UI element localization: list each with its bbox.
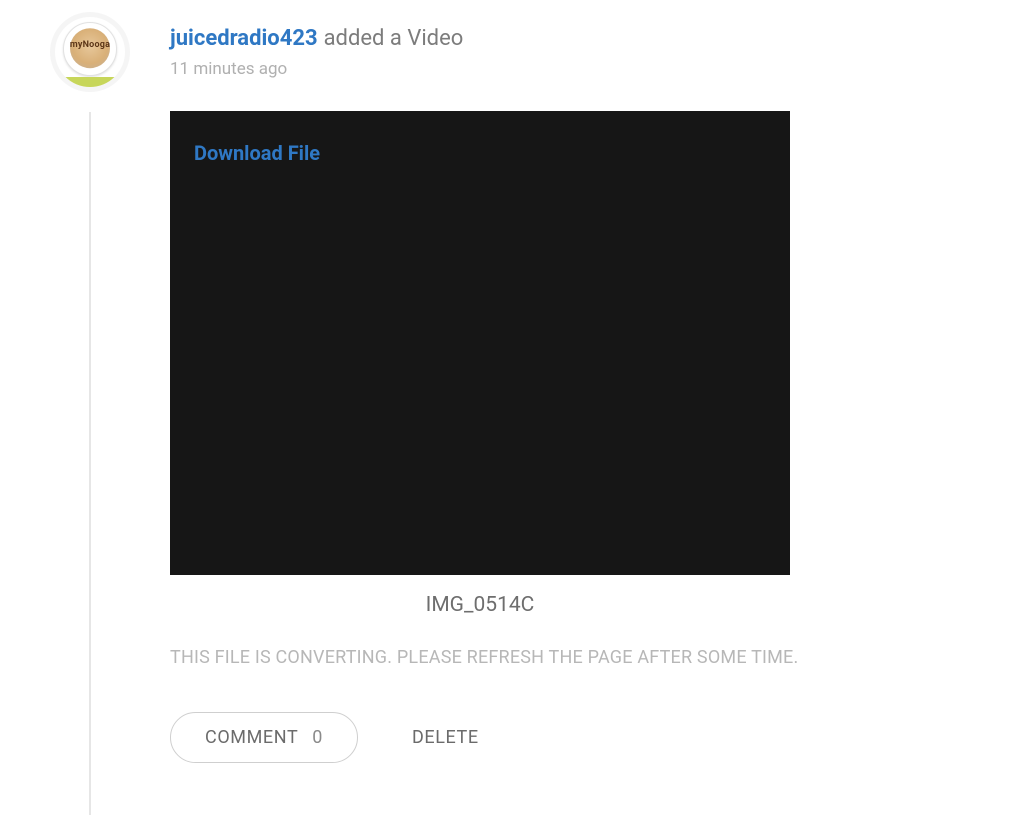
avatar[interactable]: myNooga	[50, 12, 130, 92]
comment-label: COMMENT	[205, 727, 298, 748]
comment-button[interactable]: COMMENT 0	[170, 712, 358, 763]
post-timestamp: 11 minutes ago	[170, 59, 1024, 79]
video-filename: IMG_0514C	[170, 593, 790, 617]
post-headline: juicedradio423added a Video	[170, 26, 1024, 51]
post-action-text: added a Video	[324, 26, 464, 51]
avatar-image: myNooga	[55, 17, 125, 87]
comment-count: 0	[312, 727, 323, 748]
video-player[interactable]: Download File	[170, 111, 790, 575]
username-link[interactable]: juicedradio423	[170, 26, 318, 51]
download-file-link[interactable]: Download File	[194, 141, 320, 165]
post-actions: COMMENT 0 DELETE	[170, 712, 1024, 763]
timeline-rail	[89, 112, 91, 815]
converting-status-message: THIS FILE IS CONVERTING. PLEASE REFRESH …	[170, 647, 1024, 668]
avatar-caption: myNooga	[70, 40, 110, 50]
delete-button[interactable]: DELETE	[412, 727, 479, 748]
post-body: juicedradio423added a Video 11 minutes a…	[170, 12, 1024, 763]
post-item: myNooga juicedradio423added a Video 11 m…	[0, 12, 1024, 763]
